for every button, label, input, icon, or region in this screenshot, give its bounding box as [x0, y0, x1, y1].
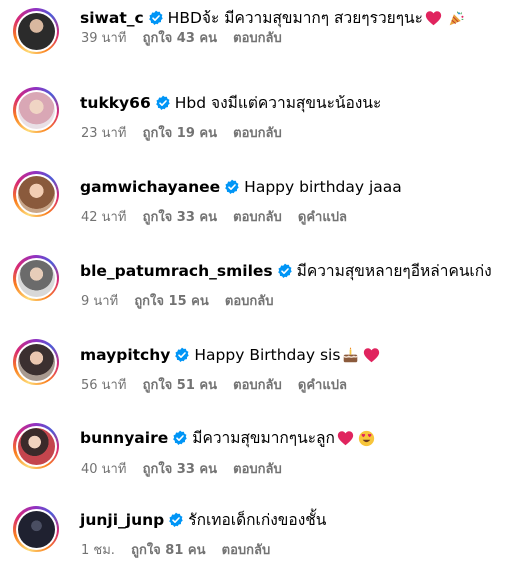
see-translation-button[interactable]: ดูคำแปล [298, 378, 347, 393]
comment-username[interactable]: maypitchy [80, 344, 170, 366]
reply-button[interactable]: ตอบกลับ [233, 126, 282, 141]
red-heart-icon [337, 430, 354, 445]
avatar-photo [17, 12, 55, 50]
comment-text: Happy Birthday sis [194, 346, 341, 364]
comment-text: Hbd จงมีแต่ความสุขนะน้องนะ [174, 94, 382, 112]
comment-timestamp: 1 ชม. [81, 543, 115, 558]
comment-item: junji_junp รักเทอเด็กเก่งของชั้น 1 ชม. ถ… [0, 501, 506, 565]
reply-button[interactable]: ตอบกลับ [233, 210, 282, 225]
comment-item: gamwichayanee Happy birthday jaaa 42 นาท… [0, 168, 506, 248]
reply-button[interactable]: ตอบกลับ [233, 31, 282, 46]
verified-badge-icon [169, 512, 183, 527]
comment-timestamp: 56 นาที [81, 378, 127, 393]
avatar[interactable] [13, 339, 59, 385]
verified-badge-icon [225, 179, 239, 194]
likes-count-button[interactable]: ถูกใจ 81 คน [131, 543, 205, 558]
comment-username[interactable]: ble_patumrach_smiles [80, 260, 273, 282]
likes-count-button[interactable]: ถูกใจ 33 คน [143, 210, 217, 225]
avatar[interactable] [13, 255, 59, 301]
comment-item: bunnyaire มีความสุขมากๆนะลูก 40 นาที ถูก… [0, 420, 506, 500]
verified-badge-icon [173, 430, 187, 445]
likes-count-button[interactable]: ถูกใจ 19 คน [143, 126, 217, 141]
verified-badge-icon [155, 95, 170, 110]
party-popper-icon [449, 10, 464, 25]
red-heart-icon [425, 10, 442, 25]
likes-count-button[interactable]: ถูกใจ 51 คน [143, 378, 217, 393]
comment-timestamp: 40 นาที [81, 462, 127, 477]
comment-username[interactable]: gamwichayanee [80, 176, 220, 198]
reply-button[interactable]: ตอบกลับ [225, 294, 274, 309]
comment-text: มีความสุขหลายๆอีหล่าคนเก่ง [296, 262, 492, 280]
comment-list: siwat_c HBDจ้ะ มีความสุขมากๆ สวยๆรวยๆนะ … [0, 0, 506, 565]
comment-username[interactable]: bunnyaire [80, 427, 168, 449]
avatar-photo [17, 343, 55, 381]
likes-count-button[interactable]: ถูกใจ 33 คน [143, 462, 217, 477]
avatar-photo [17, 91, 55, 129]
comment-item: ble_patumrach_smiles มีความสุขหลายๆอีหล่… [0, 252, 506, 332]
comment-timestamp: 39 นาที [81, 31, 127, 46]
reply-button[interactable]: ตอบกลับ [222, 543, 271, 558]
verified-badge-icon [148, 10, 163, 25]
comment-username[interactable]: junji_junp [80, 509, 164, 531]
see-translation-button[interactable]: ดูคำแปล [298, 210, 347, 225]
likes-count-button[interactable]: ถูกใจ 15 คน [134, 294, 208, 309]
comment-item: maypitchy Happy Birthday sis 56 นาที ถูก… [0, 336, 506, 416]
birthday-cake-icon [343, 346, 359, 362]
comment-username[interactable]: siwat_c [80, 7, 144, 29]
comment-timestamp: 9 นาที [81, 294, 119, 309]
comment-timestamp: 42 นาที [81, 210, 127, 225]
avatar-photo [17, 510, 55, 548]
avatar[interactable] [13, 171, 59, 217]
likes-count-button[interactable]: ถูกใจ 43 คน [143, 31, 217, 46]
comment-username[interactable]: tukky66 [80, 92, 151, 114]
avatar[interactable] [13, 423, 59, 469]
comment-text: รักเทอเด็กเก่งของชั้น [188, 511, 327, 529]
avatar-photo [17, 259, 55, 297]
comment-text: มีความสุขมากๆนะลูก [192, 429, 335, 447]
avatar[interactable] [13, 506, 59, 552]
comment-timestamp: 23 นาที [81, 126, 127, 141]
verified-badge-icon [277, 263, 292, 278]
comment-item: tukky66 Hbd จงมีแต่ความสุขนะน้องนะ 23 นา… [0, 84, 506, 164]
avatar-photo [17, 427, 55, 465]
red-heart-icon [364, 347, 380, 362]
avatar[interactable] [13, 87, 59, 133]
reply-button[interactable]: ตอบกลับ [233, 378, 282, 393]
verified-badge-icon [175, 347, 190, 362]
comment-text: Happy birthday jaaa [244, 178, 402, 196]
comment-text: HBDจ้ะ มีความสุขมากๆ สวยๆรวยๆนะ [167, 9, 423, 27]
avatar[interactable] [13, 8, 59, 54]
heart-eyes-face-icon [358, 430, 375, 446]
comment-item: siwat_c HBDจ้ะ มีความสุขมากๆ สวยๆรวยๆนะ … [0, 0, 506, 80]
avatar-photo [17, 175, 55, 213]
reply-button[interactable]: ตอบกลับ [233, 462, 282, 477]
